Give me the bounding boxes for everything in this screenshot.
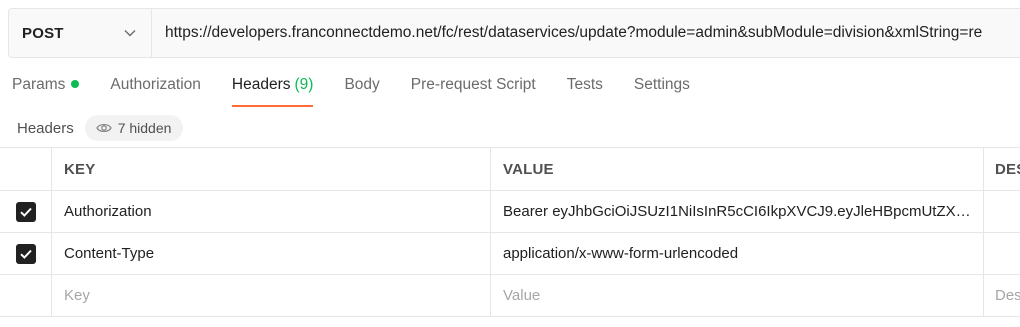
header-key-cell[interactable]: Content-Type — [52, 233, 491, 274]
headers-subheader: Headers 7 hidden — [17, 114, 184, 142]
column-header-description: DES — [995, 160, 1020, 178]
tab-pre-request-script-label: Pre-request Script — [410, 76, 536, 93]
header-value-cell[interactable]: Bearer eyJhbGciOiJSUzI1NiIsInR5cCI6IkpXV… — [491, 191, 984, 232]
method-select[interactable]: POST — [9, 9, 152, 57]
header-value-text: application/x-www-form-urlencoded — [503, 245, 739, 262]
tab-authorization[interactable]: Authorization — [110, 76, 200, 106]
new-value-input[interactable]: Value — [491, 275, 984, 316]
row-check-cell — [0, 191, 52, 232]
chevron-down-icon — [123, 26, 137, 40]
tab-tests-label: Tests — [566, 76, 603, 93]
headers-count: (9) — [294, 76, 314, 93]
tab-body[interactable]: Body — [344, 76, 379, 106]
tab-headers[interactable]: Headers (9) — [231, 76, 314, 107]
hidden-headers-toggle[interactable]: 7 hidden — [84, 115, 184, 141]
headers-section-title: Headers — [17, 119, 74, 137]
header-description-cell[interactable] — [984, 191, 1020, 232]
headers-table: KEY VALUE DES Authorization Bearer eyJhb… — [0, 147, 1020, 317]
tab-params-label: Params — [12, 76, 66, 93]
row-check-cell — [0, 275, 52, 316]
method-label: POST — [22, 24, 64, 42]
new-key-input[interactable]: Key — [52, 275, 491, 316]
eye-icon — [95, 122, 112, 134]
header-description-cell[interactable] — [984, 233, 1020, 274]
table-row-new: Key Value Des — [0, 275, 1020, 317]
table-row: Authorization Bearer eyJhbGciOiJSUzI1NiI… — [0, 191, 1020, 233]
hidden-headers-label: 7 hidden — [117, 120, 172, 136]
checkmark-icon — [19, 249, 32, 259]
params-indicator-dot — [71, 79, 80, 88]
row-checkbox[interactable] — [15, 243, 36, 264]
tab-authorization-label: Authorization — [110, 76, 201, 93]
header-key-cell[interactable]: Authorization — [52, 191, 491, 232]
tab-body-label: Body — [344, 76, 380, 93]
tab-pre-request-script[interactable]: Pre-request Script — [411, 76, 536, 106]
tab-tests[interactable]: Tests — [567, 76, 603, 106]
new-description-input[interactable]: Des — [984, 275, 1020, 316]
checkmark-icon — [19, 207, 32, 217]
header-check-cell — [0, 148, 52, 190]
request-tabs: Params Authorization Headers (9) Body Pre… — [12, 76, 721, 108]
header-value-text: Bearer eyJhbGciOiJSUzI1NiIsInR5cCI6IkpXV… — [503, 203, 971, 220]
header-value-cell[interactable]: application/x-www-form-urlencoded — [491, 233, 984, 274]
request-url-bar: POST https://developers.franconnectdemo.… — [8, 8, 1020, 58]
url-input[interactable]: https://developers.franconnectdemo.net/f… — [152, 9, 1020, 57]
row-check-cell — [0, 233, 52, 274]
column-header-key: KEY — [52, 148, 491, 190]
tab-headers-label: Headers — [231, 76, 291, 93]
table-header-row: KEY VALUE DES — [0, 148, 1020, 191]
tab-params[interactable]: Params — [12, 76, 80, 106]
tab-settings[interactable]: Settings — [634, 76, 690, 106]
table-row: Content-Type application/x-www-form-urle… — [0, 233, 1020, 275]
column-header-value: VALUE — [491, 148, 984, 190]
row-checkbox[interactable] — [15, 201, 36, 222]
tab-settings-label: Settings — [633, 76, 690, 93]
